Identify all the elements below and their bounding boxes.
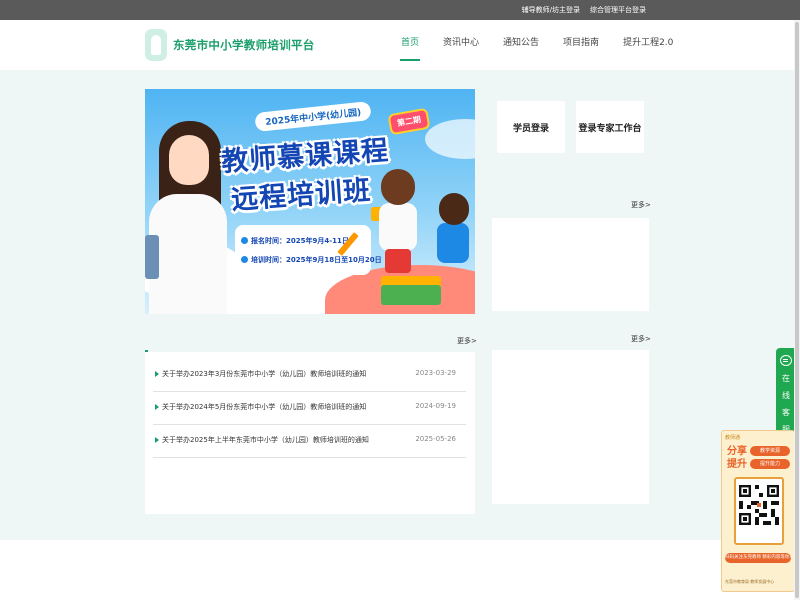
page-scrollbar[interactable] (794, 20, 800, 600)
news-more-link[interactable]: 更多> (457, 336, 477, 346)
triangle-bullet-icon (155, 371, 159, 377)
main-nav: 首页 资讯中心 通知公告 项目指南 提升工程2.0 (390, 20, 697, 70)
online-service-button[interactable]: 在线客服 (776, 348, 796, 438)
clock-icon (241, 256, 248, 263)
promo-banner[interactable]: 2025年中小学(幼儿园) 第二期 教师慕课课程 远程培训班 报名时间：2025… (145, 89, 475, 314)
news-title[interactable]: 关于举办2025年上半年东莞市中小学（幼儿园）教师培训班的通知 (162, 435, 369, 445)
news-date: 2024-09-19 (415, 402, 456, 410)
banner-info-card: 报名时间：2025年9月4-11日 培训时间：2025年9月18日至10月20日 (235, 225, 382, 275)
scrollbar-thumb[interactable] (795, 22, 799, 598)
site-title[interactable]: 东莞市中小学教师培训平台 (173, 37, 315, 53)
news-date: 2023-03-29 (415, 369, 456, 377)
qr-footer: 东莞市教育局 教师发展中心 (725, 579, 775, 584)
train-time: 培训时间：2025年9月18日至10月20日 (251, 255, 382, 264)
nav-upgrade-project[interactable]: 提升工程2.0 (623, 20, 673, 70)
boy-head-illustration (381, 169, 415, 205)
panel1-more-link[interactable]: 更多> (631, 200, 651, 210)
banner-title-line2: 远程培训班 (230, 175, 373, 216)
news-date: 2025-05-26 (415, 435, 456, 443)
banner-subtitle: 2025年中小学(幼儿园) (254, 100, 372, 133)
news-title[interactable]: 关于举办2023年3月份东莞市中小学（幼儿园）教师培训班的通知 (162, 369, 366, 379)
teacher-body-illustration (149, 194, 227, 314)
admin-platform-login-link[interactable]: 综合管理平台登录 (590, 5, 646, 15)
chat-bubble-icon (780, 355, 792, 366)
panel2-more-link[interactable]: 更多> (631, 334, 651, 344)
news-item[interactable]: 关于举办2023年3月份东莞市中小学（幼儿园）教师培训班的通知 2023-03-… (153, 359, 466, 392)
triangle-bullet-icon (155, 437, 159, 443)
clock-icon (241, 237, 248, 244)
main-content: 2025年中小学(幼儿园) 第二期 教师慕课课程 远程培训班 报名时间：2025… (0, 70, 800, 540)
cloud-decoration (425, 119, 475, 159)
girl-illustration (437, 223, 469, 263)
qr-code-graphic (739, 485, 779, 525)
nav-news-center[interactable]: 资讯中心 (443, 20, 479, 70)
news-item[interactable]: 关于举办2024年5月份东莞市中小学（幼儿园）教师培训班的通知 2024-09-… (153, 392, 466, 425)
tutor-login-link[interactable]: 辅导教师/坊主登录 (522, 5, 580, 15)
news-item[interactable]: 关于举办2025年上半年东莞市中小学（幼儿园）教师培训班的通知 2025-05-… (153, 425, 466, 458)
news-list: 关于举办2023年3月份东莞市中小学（幼儿园）教师培训班的通知 2023-03-… (145, 352, 475, 514)
top-links: 辅导教师/坊主登录 综合管理平台登录 (522, 0, 646, 20)
qr-tag-1: 教学资源 (750, 446, 790, 456)
banner-issue-badge: 第二期 (387, 107, 431, 136)
qr-tag-2: 提升能力 (750, 459, 790, 469)
tablet-illustration (145, 235, 159, 279)
expert-login-button[interactable]: 登录专家工作台 (576, 101, 644, 153)
teacher-face-illustration (169, 135, 209, 185)
enroll-time: 报名时间：2025年9月4-11日 (251, 236, 349, 245)
online-service-label: 在线客服 (782, 374, 790, 434)
boy-illustration (379, 203, 417, 251)
books-illustration (381, 285, 441, 305)
news-title[interactable]: 关于举办2024年5月份东莞市中小学（幼儿园）教师培训班的通知 (162, 402, 366, 412)
qr-promo-card[interactable]: 教师通 分享提升 教学资源 提升能力 扫码关注东莞教师 精彩内容等你来 东莞市教… (721, 430, 795, 592)
info-panel-2 (492, 350, 649, 504)
qr-band-text: 扫码关注东莞教师 精彩内容等你来 (725, 553, 791, 563)
girl-head-illustration (439, 193, 469, 225)
teacher-silhouette-icon[interactable] (145, 29, 167, 61)
site-header: 东莞市中小学教师培训平台 首页 资讯中心 通知公告 项目指南 提升工程2.0 (0, 20, 800, 70)
qr-headline: 分享提升 (727, 446, 747, 470)
top-bar: 辅导教师/坊主登录 综合管理平台登录 (0, 0, 800, 20)
student-login-button[interactable]: 学员登录 (497, 101, 565, 153)
nav-project-guide[interactable]: 项目指南 (563, 20, 599, 70)
qr-brand: 教师通 (725, 435, 741, 441)
triangle-bullet-icon (155, 404, 159, 410)
nav-announcements[interactable]: 通知公告 (503, 20, 539, 70)
qr-code-icon (734, 477, 784, 545)
info-panel-1 (492, 218, 649, 311)
boy-legs-illustration (385, 249, 411, 273)
nav-home[interactable]: 首页 (399, 20, 421, 70)
